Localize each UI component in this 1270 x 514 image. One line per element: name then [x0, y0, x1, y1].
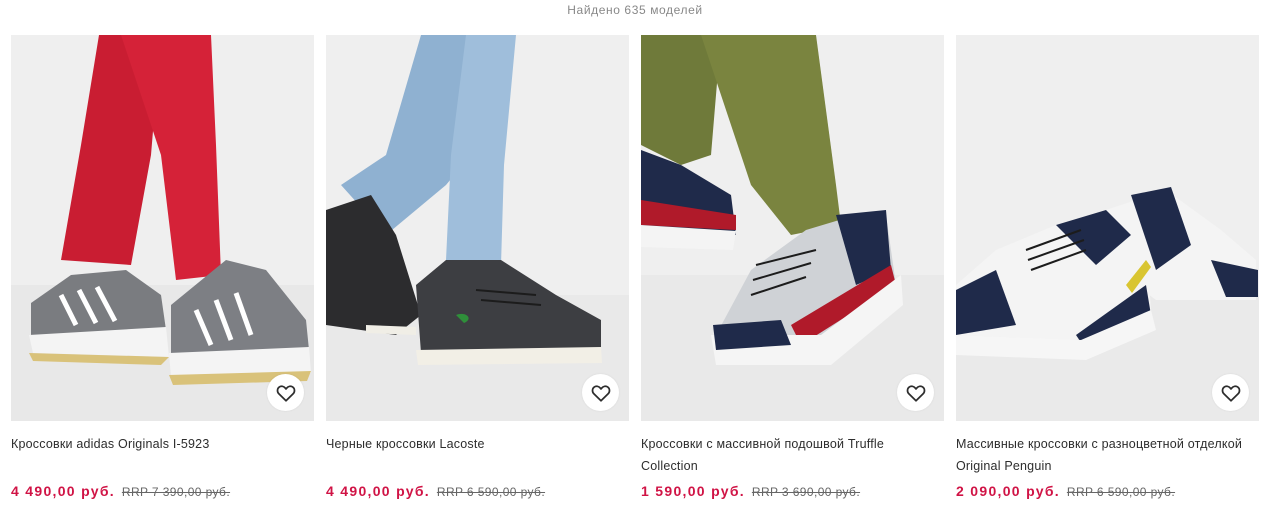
favorite-button[interactable] [1212, 374, 1249, 411]
results-count: Найдено 635 моделей [567, 3, 703, 17]
product-card: Кроссовки adidas Originals I-5923 4 490,… [11, 35, 314, 501]
product-photo-penguin [956, 35, 1259, 421]
heart-icon [906, 384, 925, 402]
product-price: 4 490,00 руб. [326, 483, 430, 499]
product-title[interactable]: Кроссовки с массивной подошвой Truffle C… [641, 433, 944, 477]
favorite-button[interactable] [897, 374, 934, 411]
product-grid: Кроссовки adidas Originals I-5923 4 490,… [11, 35, 1259, 501]
favorite-button[interactable] [582, 374, 619, 411]
product-photo-lacoste [326, 35, 629, 421]
product-card: Массивные кроссовки с разноцветной отдел… [956, 35, 1259, 501]
product-prices: 4 490,00 руб. RRP 7 390,00 руб. [11, 482, 314, 501]
heart-icon [591, 384, 610, 402]
product-image[interactable] [641, 35, 944, 421]
product-rrp: RRP 7 390,00 руб. [121, 485, 231, 499]
product-rrp: RRP 6 590,00 руб. [436, 485, 546, 499]
heart-icon [1221, 384, 1240, 402]
product-photo-adidas [11, 35, 314, 421]
product-image[interactable] [956, 35, 1259, 421]
product-price: 4 490,00 руб. [11, 483, 115, 499]
product-rrp: RRP 6 590,00 руб. [1066, 485, 1176, 499]
product-prices: 2 090,00 руб. RRP 6 590,00 руб. [956, 482, 1259, 501]
heart-icon [276, 384, 295, 402]
product-price: 1 590,00 руб. [641, 483, 745, 499]
product-card: Черные кроссовки Lacoste 4 490,00 руб. R… [326, 35, 629, 501]
product-prices: 1 590,00 руб. RRP 3 690,00 руб. [641, 482, 944, 501]
product-photo-truffle [641, 35, 944, 421]
product-rrp: RRP 3 690,00 руб. [751, 485, 861, 499]
product-title[interactable]: Кроссовки adidas Originals I-5923 [11, 433, 314, 477]
product-image[interactable] [11, 35, 314, 421]
product-prices: 4 490,00 руб. RRP 6 590,00 руб. [326, 482, 629, 501]
product-price: 2 090,00 руб. [956, 483, 1060, 499]
product-title[interactable]: Массивные кроссовки с разноцветной отдел… [956, 433, 1259, 477]
favorite-button[interactable] [267, 374, 304, 411]
product-card: Кроссовки с массивной подошвой Truffle C… [641, 35, 944, 501]
product-title[interactable]: Черные кроссовки Lacoste [326, 433, 629, 477]
product-image[interactable] [326, 35, 629, 421]
